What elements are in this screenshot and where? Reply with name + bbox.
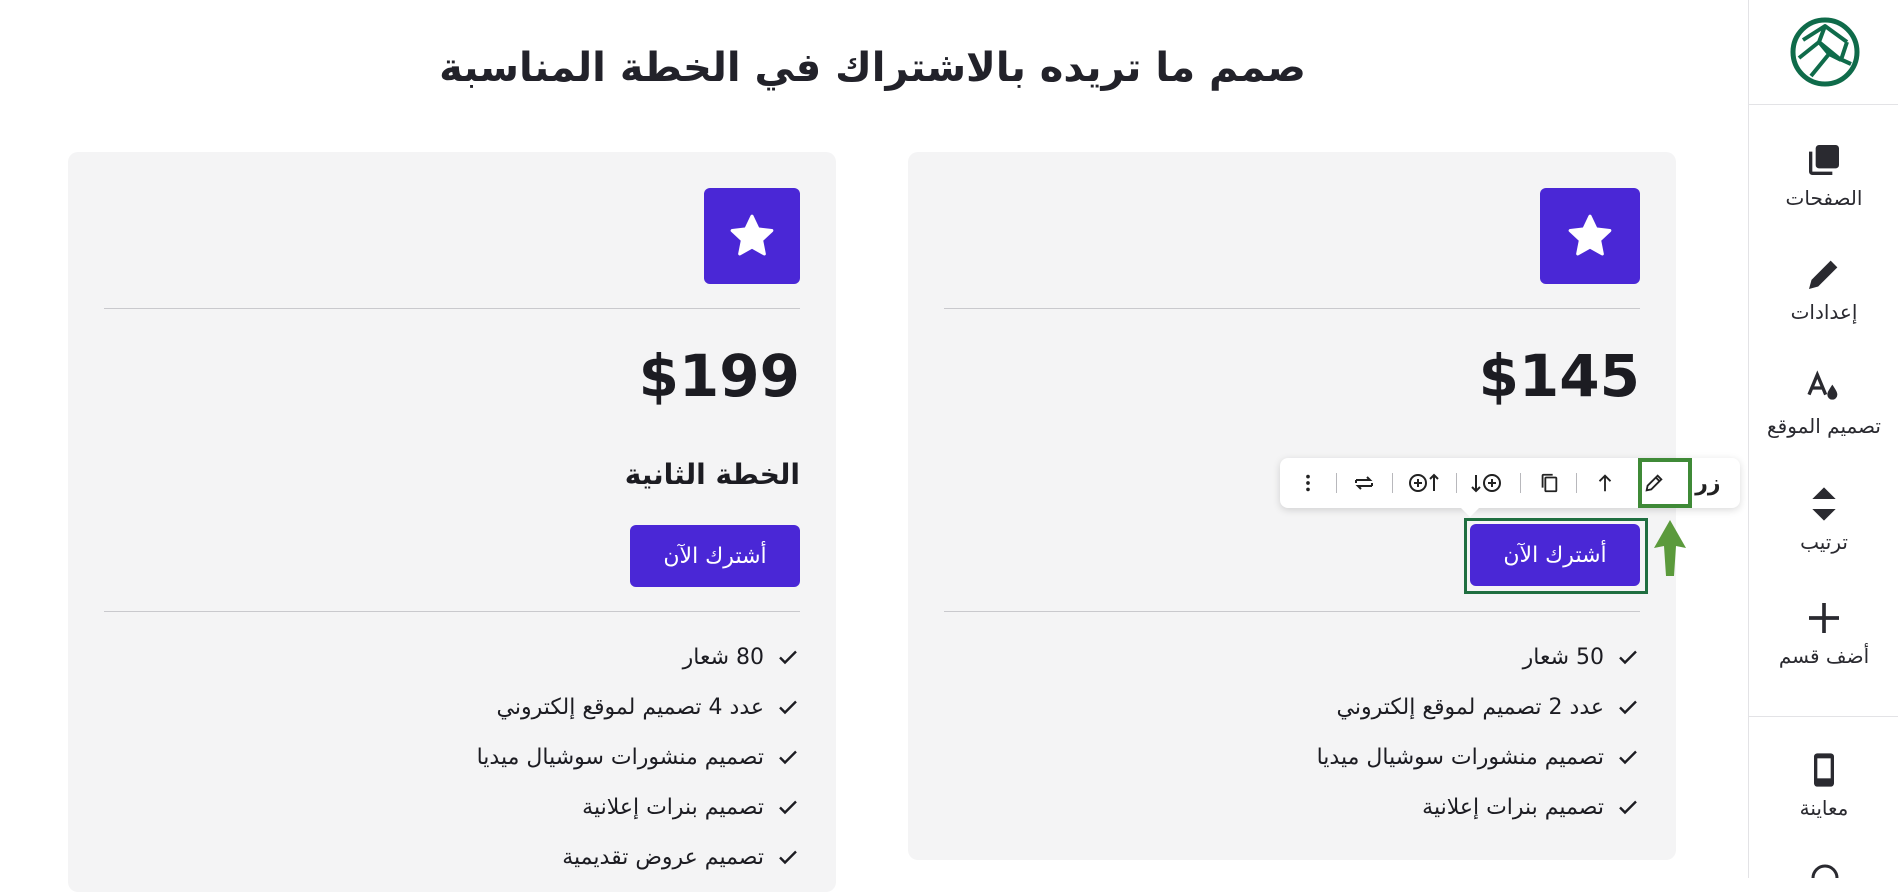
logo-icon xyxy=(1790,17,1860,87)
feature-list: 50 شعار عدد 2 تصميم لموقع إلكتروني تصميم… xyxy=(1317,632,1640,832)
plus-icon xyxy=(1809,603,1839,633)
toolbar-separator xyxy=(1335,473,1337,493)
check-icon xyxy=(779,700,797,715)
list-item: 50 شعار xyxy=(1317,632,1640,682)
add-below-icon[interactable] xyxy=(1468,467,1508,499)
page-title: صمم ما تريده بالاشتراك في الخطة المناسبة xyxy=(439,44,1306,91)
list-item: تصميم بنرات إعلانية xyxy=(1317,782,1640,832)
check-icon xyxy=(1619,650,1637,665)
history-icon[interactable] xyxy=(1809,860,1841,878)
selected-element-outline xyxy=(1464,518,1648,594)
sidebar-divider xyxy=(1749,104,1898,105)
list-item: عدد 2 تصميم لموقع إلكتروني xyxy=(1317,682,1640,732)
check-icon xyxy=(1619,750,1637,765)
pages-icon xyxy=(1809,145,1839,175)
sidebar-divider xyxy=(1749,716,1898,717)
check-icon xyxy=(779,850,797,865)
divider xyxy=(104,308,800,309)
sidebar-item-add-section[interactable]: أضف قسم xyxy=(1749,596,1898,668)
check-icon xyxy=(1619,700,1637,715)
move-up-icon[interactable] xyxy=(1589,467,1621,499)
sidebar-item-site-design[interactable]: تصميم الموقع xyxy=(1749,366,1898,438)
divider xyxy=(944,611,1640,612)
edit-button-highlight xyxy=(1638,458,1692,508)
more-icon[interactable] xyxy=(1292,467,1324,499)
swap-icon[interactable] xyxy=(1348,467,1380,499)
list-item: عدد 4 تصميم لموقع إلكتروني xyxy=(477,682,800,732)
check-icon xyxy=(779,750,797,765)
duplicate-icon[interactable] xyxy=(1533,467,1565,499)
sidebar-item-preview[interactable]: معاينة xyxy=(1749,748,1898,820)
sidebar-item-settings[interactable]: إعدادات xyxy=(1749,252,1898,324)
check-icon xyxy=(1619,800,1637,815)
sort-icon xyxy=(1812,487,1836,521)
list-item: تصميم منشورات سوشيال ميديا xyxy=(1317,732,1640,782)
divider xyxy=(944,308,1640,309)
plan-star-badge xyxy=(704,188,800,284)
plan-card-2: $199 الخطة الثانية أشترك الآن 80 شعار عد… xyxy=(68,152,836,892)
star-icon xyxy=(1568,214,1612,256)
plan-star-badge xyxy=(1540,188,1640,284)
plan-price: $199 xyxy=(638,342,800,410)
list-item: تصميم بنرات إعلانية xyxy=(477,782,800,832)
list-item: 80 شعار xyxy=(477,632,800,682)
toolbar-separator xyxy=(1391,473,1393,493)
element-type-label: زر xyxy=(1695,470,1721,496)
check-icon xyxy=(779,800,797,815)
plan-price: $145 xyxy=(1478,342,1640,410)
phone-icon xyxy=(1814,753,1834,787)
add-above-icon[interactable] xyxy=(1404,467,1444,499)
star-icon xyxy=(730,214,774,256)
toolbar-caret xyxy=(1460,507,1480,517)
sidebar-item-sort[interactable]: ترتيب xyxy=(1749,482,1898,554)
list-item: تصميم عروض تقديمية xyxy=(477,832,800,882)
sidebar-item-pages[interactable]: الصفحات xyxy=(1749,138,1898,210)
divider xyxy=(104,611,800,612)
arrow-up-indicator-icon xyxy=(1654,520,1686,576)
toolbar-separator xyxy=(1455,473,1457,493)
toolbar-separator xyxy=(1520,473,1522,493)
toolbar-separator xyxy=(1576,473,1578,493)
subscribe-button[interactable]: أشترك الآن xyxy=(630,525,800,587)
design-icon xyxy=(1807,370,1838,400)
plan-name: الخطة الثانية xyxy=(624,458,800,491)
list-item: تصميم منشورات سوشيال ميديا xyxy=(477,732,800,782)
editor-sidebar: الصفحات إعدادات تصميم الموقع ترتيب أضف ق… xyxy=(1748,0,1898,878)
feature-list: 80 شعار عدد 4 تصميم لموقع إلكتروني تصميم… xyxy=(477,632,800,882)
pencil-icon xyxy=(1809,260,1838,289)
check-icon xyxy=(779,650,797,665)
